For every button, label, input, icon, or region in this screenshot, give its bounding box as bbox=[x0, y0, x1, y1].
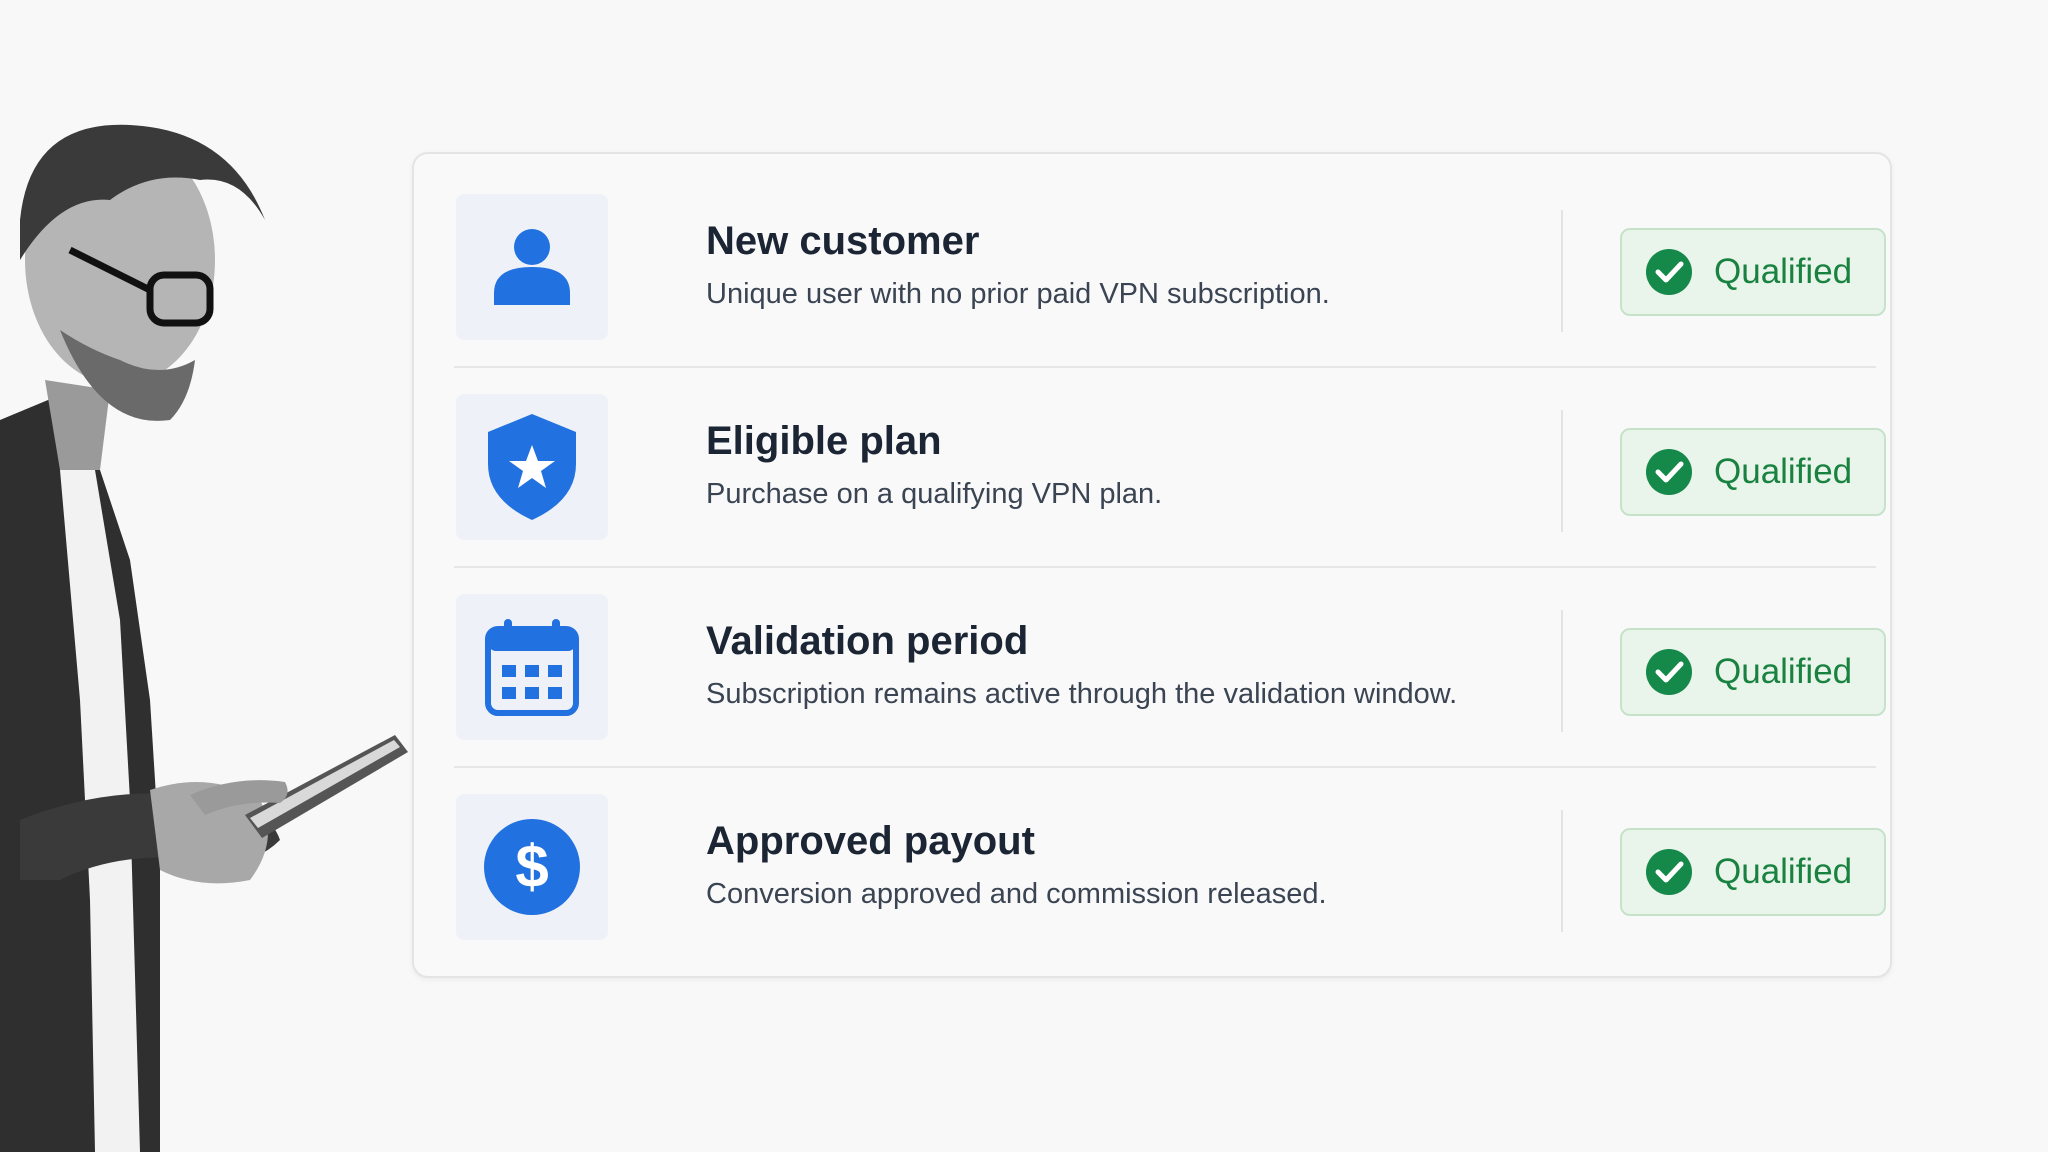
row-separator bbox=[1561, 210, 1563, 332]
status-label: Qualified bbox=[1714, 452, 1853, 491]
check-circle-icon bbox=[1646, 649, 1692, 695]
row-separator bbox=[1561, 410, 1563, 532]
qualified-status-badge: Qualified bbox=[1620, 228, 1886, 316]
user-icon bbox=[494, 229, 570, 305]
criteria-title: Eligible plan bbox=[706, 419, 942, 463]
criteria-row: Eligible plan Purchase on a qualifying V… bbox=[454, 354, 1886, 552]
criteria-row: New customer Unique user with no prior p… bbox=[454, 154, 1886, 352]
criteria-description: Purchase on a qualifying VPN plan. bbox=[706, 478, 1163, 510]
dollar-icon: $ bbox=[484, 819, 580, 915]
icon-tile bbox=[456, 194, 608, 340]
person-with-tablet-image bbox=[0, 124, 408, 1152]
shield-star-icon bbox=[488, 414, 576, 520]
criteria-title: Validation period bbox=[706, 619, 1029, 663]
qualified-status-badge: Qualified bbox=[1620, 628, 1886, 716]
check-circle-icon bbox=[1646, 249, 1692, 295]
status-label: Qualified bbox=[1714, 652, 1853, 691]
criteria-row: $ Approved payout Conversion approved an… bbox=[454, 754, 1886, 952]
row-separator bbox=[1561, 610, 1563, 732]
criteria-title: Approved payout bbox=[706, 819, 1035, 863]
icon-tile: $ bbox=[456, 794, 608, 940]
status-label: Qualified bbox=[1714, 252, 1853, 291]
status-label: Qualified bbox=[1714, 852, 1853, 891]
criteria-row: Validation period Subscription remains a… bbox=[454, 554, 1886, 752]
criteria-description: Subscription remains active through the … bbox=[706, 678, 1458, 710]
criteria-title: New customer bbox=[706, 219, 980, 263]
icon-tile bbox=[456, 594, 608, 740]
qualified-status-badge: Qualified bbox=[1620, 828, 1886, 916]
calendar-icon bbox=[485, 619, 579, 716]
criteria-description: Conversion approved and commission relea… bbox=[706, 878, 1327, 910]
svg-text:$: $ bbox=[515, 833, 548, 900]
row-separator bbox=[1561, 810, 1563, 932]
check-circle-icon bbox=[1646, 449, 1692, 495]
referral-criteria-card: New customer Unique user with no prior p… bbox=[412, 152, 1892, 978]
criteria-description: Unique user with no prior paid VPN subsc… bbox=[706, 278, 1330, 310]
check-circle-icon bbox=[1646, 849, 1692, 895]
qualified-status-badge: Qualified bbox=[1620, 428, 1886, 516]
icon-tile bbox=[456, 394, 608, 540]
